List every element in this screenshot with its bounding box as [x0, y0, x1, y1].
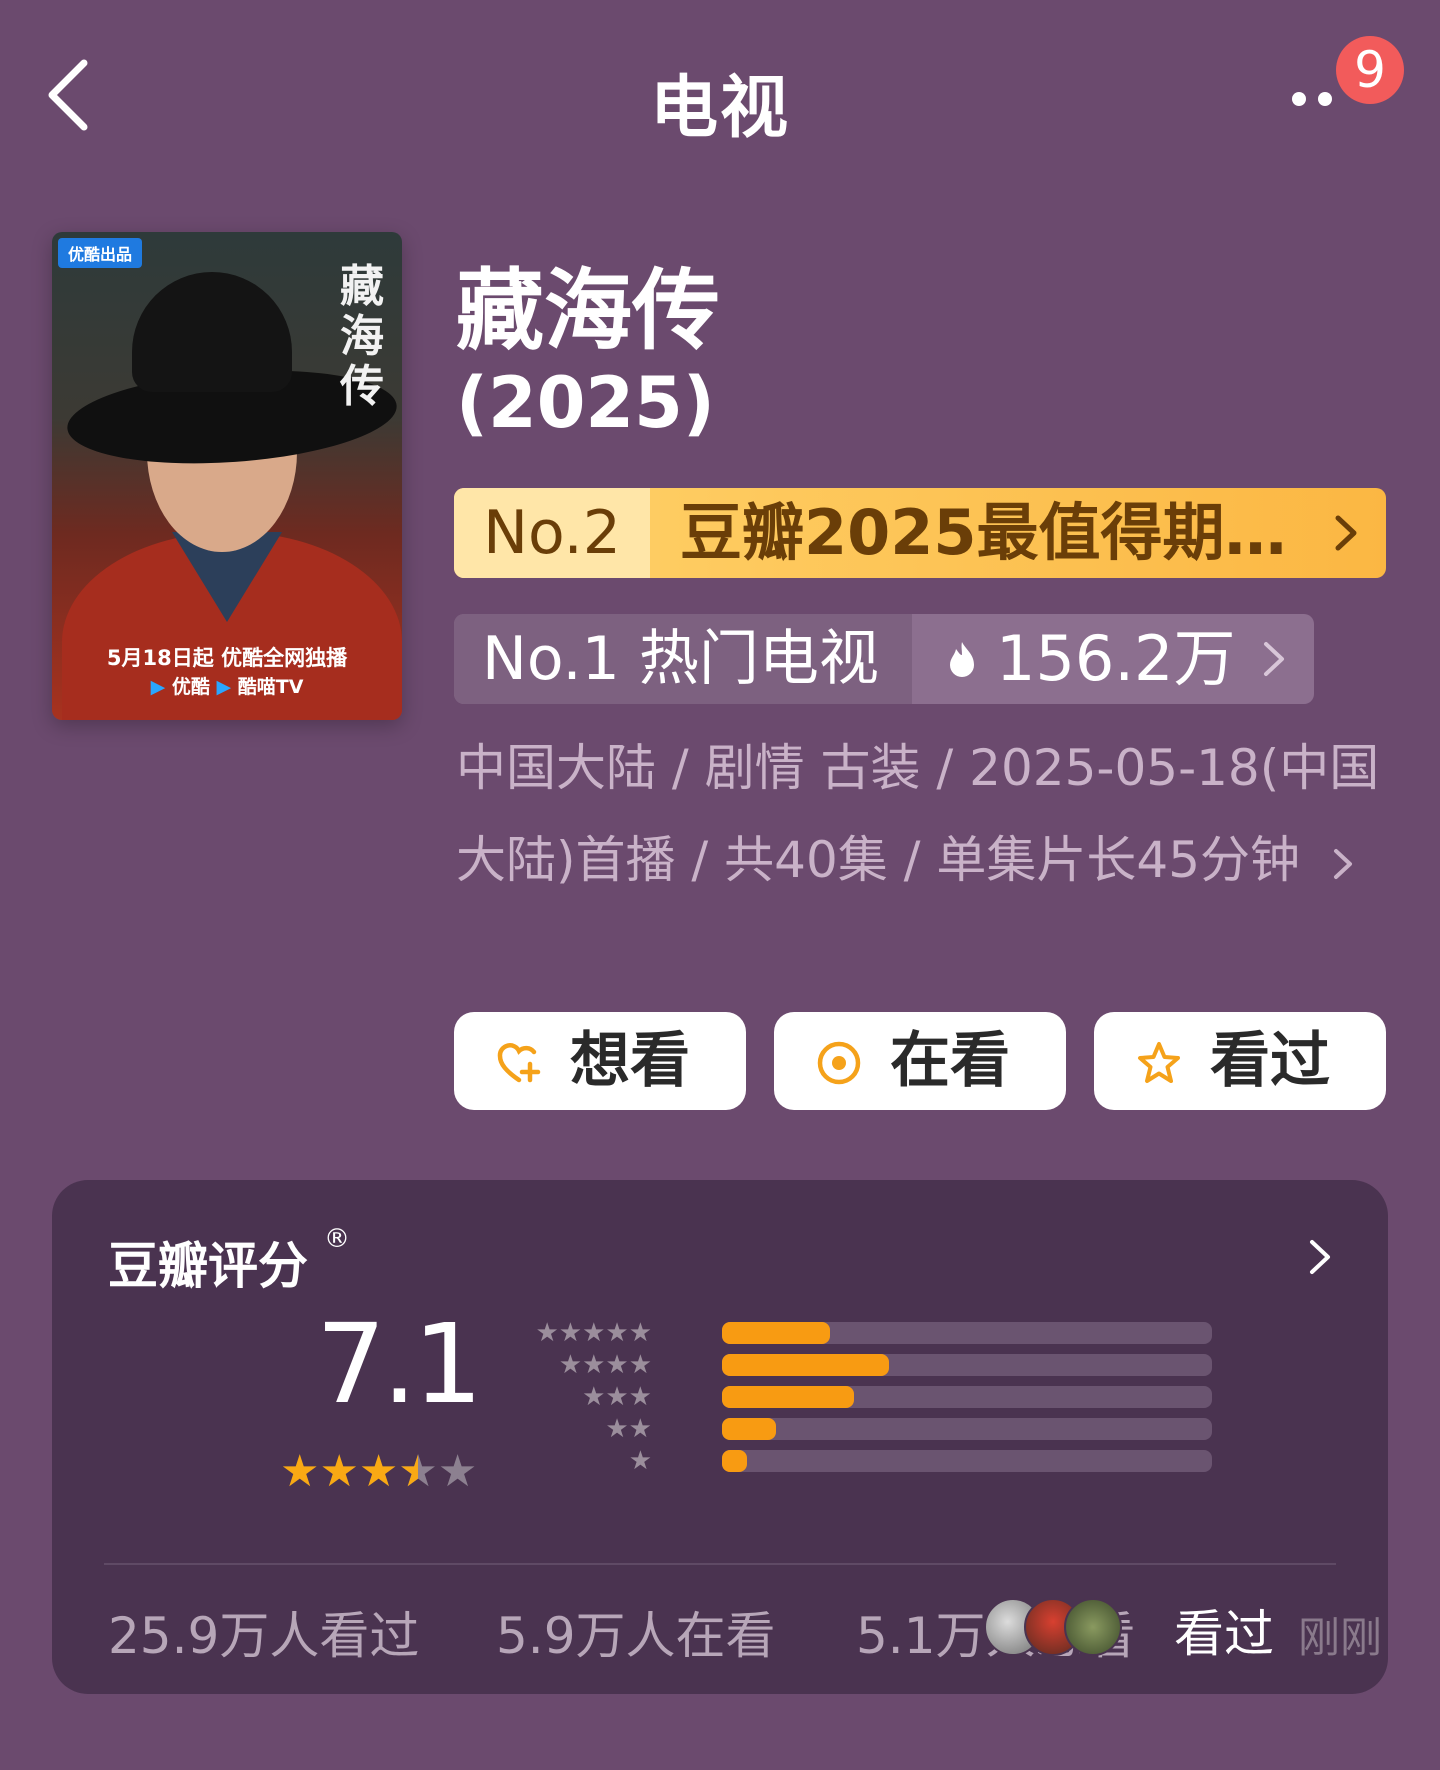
target-circle-icon [817, 1041, 861, 1085]
watched-label: 看过 [1210, 1026, 1330, 1096]
poster-calligraphy-title: 藏海传 [340, 261, 384, 412]
distribution-stars-icon: ★★ [605, 1414, 652, 1444]
rating-title: 豆瓣评分 [108, 1237, 308, 1295]
ranking-hot-label: No.1 热门电视 [454, 614, 912, 704]
heat-count: 156.2万 [996, 622, 1236, 695]
rating-distribution-row: ★★★ [452, 1384, 1212, 1410]
play-triangle-icon: ▶ [150, 676, 166, 698]
star-outline-icon [1138, 1042, 1180, 1083]
top-bar: 电视 9 [0, 0, 1440, 190]
show-meta-info[interactable]: 中国大陆 / 剧情 古装 / 2025-05-18(中国大陆)首播 / 共40集… [456, 722, 1386, 906]
star-filled-icon: ★ [358, 1446, 399, 1497]
play-triangle-icon: ▶ [216, 676, 232, 698]
distribution-stars-icon: ★★★ [582, 1382, 652, 1412]
distribution-bar-fill [722, 1386, 854, 1408]
distribution-bar-track [722, 1386, 1212, 1408]
heart-plus-icon [497, 1043, 541, 1083]
distribution-bar-fill [722, 1354, 889, 1376]
page-title: 电视 [649, 69, 790, 148]
poster-platforms: ▶ 优酷 ▶ 酷喵TV [52, 672, 402, 699]
show-year: (2025) [456, 362, 715, 444]
ranking-badge-anticipated[interactable]: No.2 豆瓣2025最值得期… [454, 488, 1386, 578]
distribution-bar-fill [722, 1418, 776, 1440]
rating-distribution-row: ★ [452, 1448, 1212, 1474]
want-to-watch-button[interactable]: 想看 [454, 1012, 746, 1110]
poster-platform-kumiao: 酷喵TV [237, 676, 304, 698]
star-filled-icon: ★ [280, 1446, 320, 1497]
star-half-icon: ★ [398, 1446, 437, 1497]
star-filled-icon: ★ [319, 1446, 359, 1497]
show-title: 藏海传 [456, 259, 721, 362]
watched-button[interactable]: 看过 [1094, 1012, 1386, 1110]
want-to-watch-label: 想看 [570, 1026, 690, 1096]
distribution-bar-fill [722, 1450, 747, 1472]
flame-icon [950, 642, 974, 677]
poster-producer-tag: 优酷出品 [58, 238, 143, 268]
distribution-bar-track [722, 1322, 1212, 1344]
ranking-number: No.2 [454, 488, 650, 578]
distribution-bar-track [722, 1354, 1212, 1376]
chevron-right-icon [1333, 848, 1352, 879]
recent-activity-text: 看过 [1174, 1605, 1274, 1663]
stat-watched[interactable]: 25.9万人看过 [108, 1596, 419, 1668]
ranking-list-name: 豆瓣2025最值得期… [680, 496, 1287, 569]
rating-distribution-row: ★★★★★ [452, 1320, 1212, 1346]
distribution-stars-icon: ★★★★★ [535, 1318, 652, 1348]
rating-distribution-row: ★★ [452, 1416, 1212, 1442]
distribution-bar-fill [722, 1322, 830, 1344]
rating-card[interactable]: 豆瓣评分 ® 7.1 ★★★★★ ★★★★★★★★★★★★★★★ 25.9万人看… [52, 1180, 1388, 1694]
more-dot-icon [1292, 92, 1306, 106]
ranking-badge-hot-tv[interactable]: No.1 热门电视 156.2万 [454, 614, 1314, 704]
rating-stars: ★★★★ ★ [280, 1446, 477, 1497]
divider [104, 1563, 1336, 1565]
avatar [1064, 1598, 1122, 1656]
distribution-bar-track [722, 1418, 1212, 1440]
chevron-right-icon [1264, 642, 1284, 676]
registered-mark: ® [324, 1224, 350, 1254]
poster-air-date: 5月18日起 优酷全网独播 [106, 646, 348, 670]
chevron-right-icon[interactable] [1302, 1236, 1338, 1278]
distribution-stars-icon: ★★★★ [558, 1350, 652, 1380]
show-poster[interactable]: 优酷出品 藏海传 5月18日起 优酷全网独播 ▶ 优酷 ▶ 酷喵TV [52, 232, 402, 720]
rating-distribution-row: ★★★★ [452, 1352, 1212, 1378]
more-dot-icon [1318, 92, 1332, 106]
more-options-button[interactable] [1282, 66, 1342, 126]
poster-platform-youku: 优酷 [171, 676, 210, 698]
recent-activity-toast: 看过 刚刚 [984, 1594, 1384, 1664]
poster-hat-art [132, 272, 292, 392]
distribution-stars-icon: ★ [628, 1446, 652, 1476]
watching-label: 在看 [890, 1026, 1010, 1096]
meta-text: 中国大陆 / 剧情 古装 / 2025-05-18(中国大陆)首播 / 共40集… [456, 739, 1380, 889]
watching-button[interactable]: 在看 [774, 1012, 1066, 1110]
chevron-right-icon [1335, 515, 1357, 551]
distribution-bar-track [722, 1450, 1212, 1472]
recent-activity-time: 刚刚 [1298, 1613, 1383, 1662]
notification-badge[interactable]: 9 [1336, 36, 1404, 104]
stat-watching[interactable]: 5.9万人在看 [496, 1596, 776, 1668]
